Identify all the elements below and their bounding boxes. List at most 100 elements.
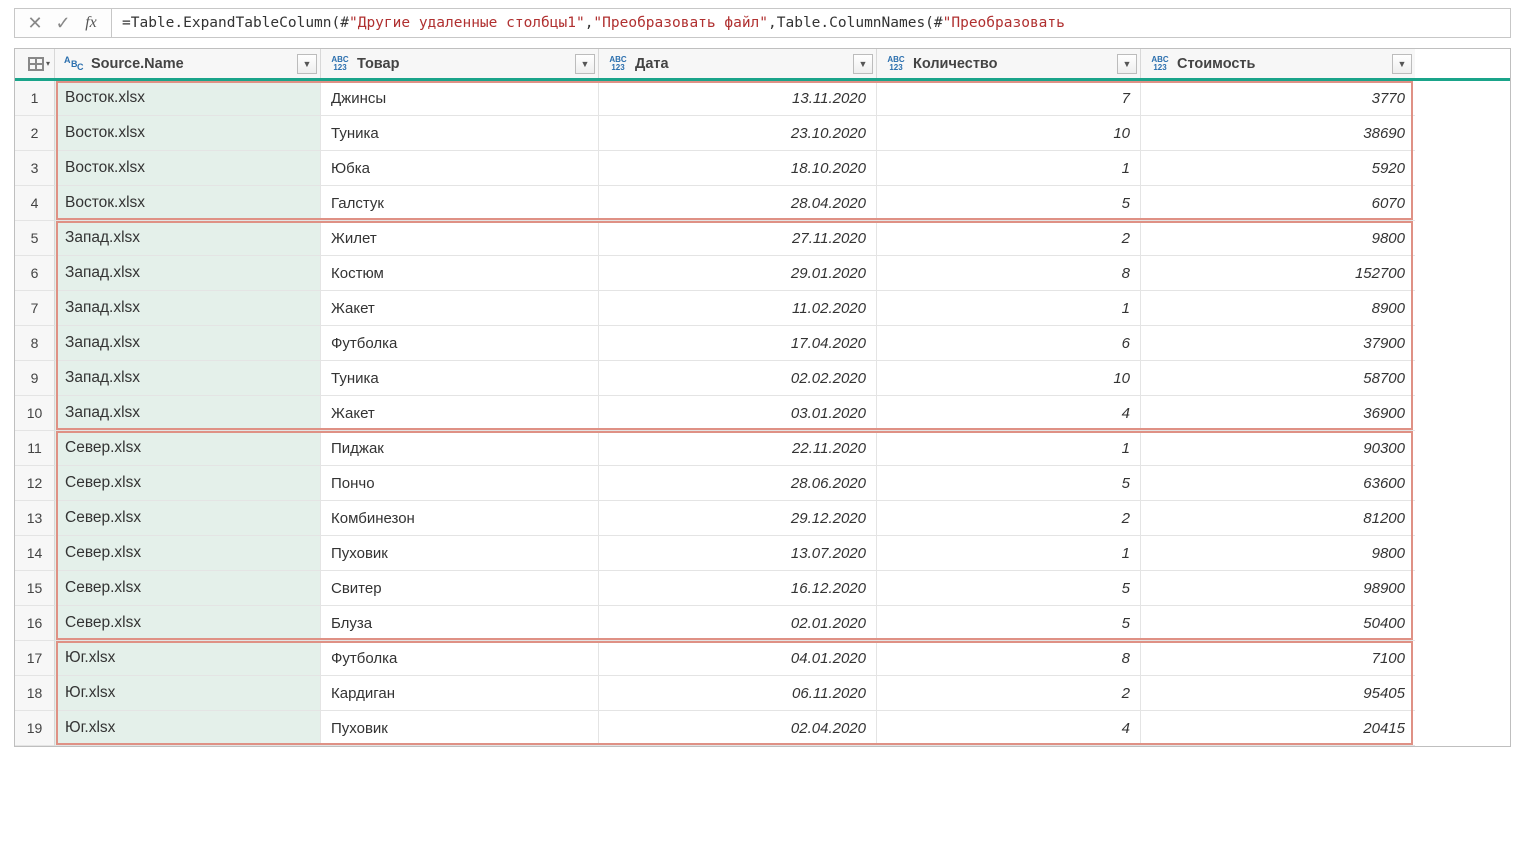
column-header-date[interactable]: ABC123Дата▼ [599, 49, 877, 78]
cell-tovar[interactable]: Туника [321, 116, 599, 151]
cell-source[interactable]: Запад.xlsx [55, 291, 321, 326]
cancel-formula-button[interactable]: ✕ [21, 9, 49, 37]
row-number[interactable]: 17 [15, 641, 55, 676]
cell-date[interactable]: 03.01.2020 [599, 396, 877, 431]
column-type-icon[interactable]: ABC123 [607, 54, 629, 74]
column-type-icon[interactable]: ABC123 [1149, 54, 1171, 74]
cell-qty[interactable]: 1 [877, 291, 1141, 326]
row-number[interactable]: 12 [15, 466, 55, 501]
cell-date[interactable]: 29.12.2020 [599, 501, 877, 536]
cell-tovar[interactable]: Жакет [321, 396, 599, 431]
table-row[interactable]: 10Запад.xlsxЖакет03.01.2020436900 [15, 396, 1510, 431]
cell-tovar[interactable]: Футболка [321, 326, 599, 361]
table-row[interactable]: 5Запад.xlsxЖилет27.11.202029800 [15, 221, 1510, 256]
cell-qty[interactable]: 10 [877, 116, 1141, 151]
row-number[interactable]: 11 [15, 431, 55, 466]
cell-date[interactable]: 13.07.2020 [599, 536, 877, 571]
cell-cost[interactable]: 81200 [1141, 501, 1415, 536]
table-row[interactable]: 3Восток.xlsxЮбка18.10.202015920 [15, 151, 1510, 186]
cell-source[interactable]: Восток.xlsx [55, 81, 321, 116]
cell-source[interactable]: Восток.xlsx [55, 151, 321, 186]
column-type-icon[interactable]: ABC123 [329, 54, 351, 74]
column-filter-button[interactable]: ▼ [853, 54, 873, 74]
cell-cost[interactable]: 5920 [1141, 151, 1415, 186]
cell-cost[interactable]: 90300 [1141, 431, 1415, 466]
cell-cost[interactable]: 38690 [1141, 116, 1415, 151]
cell-date[interactable]: 13.11.2020 [599, 81, 877, 116]
cell-date[interactable]: 02.01.2020 [599, 606, 877, 641]
cell-cost[interactable]: 63600 [1141, 466, 1415, 501]
cell-cost[interactable]: 9800 [1141, 221, 1415, 256]
row-number[interactable]: 3 [15, 151, 55, 186]
table-row[interactable]: 11Север.xlsxПиджак22.11.2020190300 [15, 431, 1510, 466]
table-row[interactable]: 17Юг.xlsxФутболка04.01.202087100 [15, 641, 1510, 676]
table-row[interactable]: 15Север.xlsxСвитер16.12.2020598900 [15, 571, 1510, 606]
cell-cost[interactable]: 37900 [1141, 326, 1415, 361]
cell-tovar[interactable]: Пончо [321, 466, 599, 501]
cell-qty[interactable]: 2 [877, 501, 1141, 536]
cell-cost[interactable]: 20415 [1141, 711, 1415, 746]
table-row[interactable]: 7Запад.xlsxЖакет11.02.202018900 [15, 291, 1510, 326]
cell-tovar[interactable]: Пуховик [321, 536, 599, 571]
table-row[interactable]: 18Юг.xlsxКардиган06.11.2020295405 [15, 676, 1510, 711]
cell-cost[interactable]: 50400 [1141, 606, 1415, 641]
cell-qty[interactable]: 4 [877, 396, 1141, 431]
cell-cost[interactable]: 152700 [1141, 256, 1415, 291]
column-header-qty[interactable]: ABC123Количество▼ [877, 49, 1141, 78]
cell-source[interactable]: Север.xlsx [55, 466, 321, 501]
cell-qty[interactable]: 6 [877, 326, 1141, 361]
row-number[interactable]: 19 [15, 711, 55, 746]
cell-cost[interactable]: 36900 [1141, 396, 1415, 431]
row-number[interactable]: 2 [15, 116, 55, 151]
cell-source[interactable]: Запад.xlsx [55, 361, 321, 396]
cell-source[interactable]: Запад.xlsx [55, 396, 321, 431]
cell-source[interactable]: Север.xlsx [55, 501, 321, 536]
cell-source[interactable]: Юг.xlsx [55, 676, 321, 711]
column-filter-button[interactable]: ▼ [1392, 54, 1412, 74]
row-number[interactable]: 10 [15, 396, 55, 431]
column-type-icon[interactable]: ABC123 [885, 54, 907, 74]
cell-qty[interactable]: 8 [877, 256, 1141, 291]
row-number[interactable]: 18 [15, 676, 55, 711]
cell-source[interactable]: Север.xlsx [55, 571, 321, 606]
cell-qty[interactable]: 10 [877, 361, 1141, 396]
table-row[interactable]: 1Восток.xlsxДжинсы13.11.202073770 [15, 81, 1510, 116]
column-header-tovar[interactable]: ABC123Товар▼ [321, 49, 599, 78]
column-filter-button[interactable]: ▼ [297, 54, 317, 74]
cell-source[interactable]: Юг.xlsx [55, 711, 321, 746]
cell-qty[interactable]: 5 [877, 186, 1141, 221]
cell-date[interactable]: 27.11.2020 [599, 221, 877, 256]
cell-date[interactable]: 04.01.2020 [599, 641, 877, 676]
cell-date[interactable]: 29.01.2020 [599, 256, 877, 291]
cell-source[interactable]: Запад.xlsx [55, 221, 321, 256]
cell-tovar[interactable]: Жилет [321, 221, 599, 256]
cell-qty[interactable]: 5 [877, 606, 1141, 641]
cell-source[interactable]: Север.xlsx [55, 606, 321, 641]
table-corner-menu[interactable]: ▾ [15, 49, 55, 78]
table-row[interactable]: 14Север.xlsxПуховик13.07.202019800 [15, 536, 1510, 571]
table-row[interactable]: 13Север.xlsxКомбинезон29.12.2020281200 [15, 501, 1510, 536]
table-row[interactable]: 12Север.xlsxПончо28.06.2020563600 [15, 466, 1510, 501]
cell-date[interactable]: 22.11.2020 [599, 431, 877, 466]
cell-tovar[interactable]: Юбка [321, 151, 599, 186]
cell-tovar[interactable]: Пиджак [321, 431, 599, 466]
cell-tovar[interactable]: Блуза [321, 606, 599, 641]
cell-qty[interactable]: 5 [877, 571, 1141, 606]
row-number[interactable]: 1 [15, 81, 55, 116]
cell-qty[interactable]: 1 [877, 536, 1141, 571]
cell-date[interactable]: 28.04.2020 [599, 186, 877, 221]
cell-date[interactable]: 06.11.2020 [599, 676, 877, 711]
formula-input[interactable]: = Table.ExpandTableColumn(# "Другие удал… [111, 8, 1511, 38]
confirm-formula-button[interactable]: ✓ [49, 9, 77, 37]
cell-qty[interactable]: 2 [877, 676, 1141, 711]
cell-date[interactable]: 16.12.2020 [599, 571, 877, 606]
column-filter-button[interactable]: ▼ [1117, 54, 1137, 74]
cell-qty[interactable]: 5 [877, 466, 1141, 501]
table-row[interactable]: 6Запад.xlsxКостюм29.01.20208152700 [15, 256, 1510, 291]
cell-qty[interactable]: 7 [877, 81, 1141, 116]
row-number[interactable]: 6 [15, 256, 55, 291]
cell-cost[interactable]: 8900 [1141, 291, 1415, 326]
cell-source[interactable]: Север.xlsx [55, 431, 321, 466]
cell-cost[interactable]: 7100 [1141, 641, 1415, 676]
cell-tovar[interactable]: Жакет [321, 291, 599, 326]
